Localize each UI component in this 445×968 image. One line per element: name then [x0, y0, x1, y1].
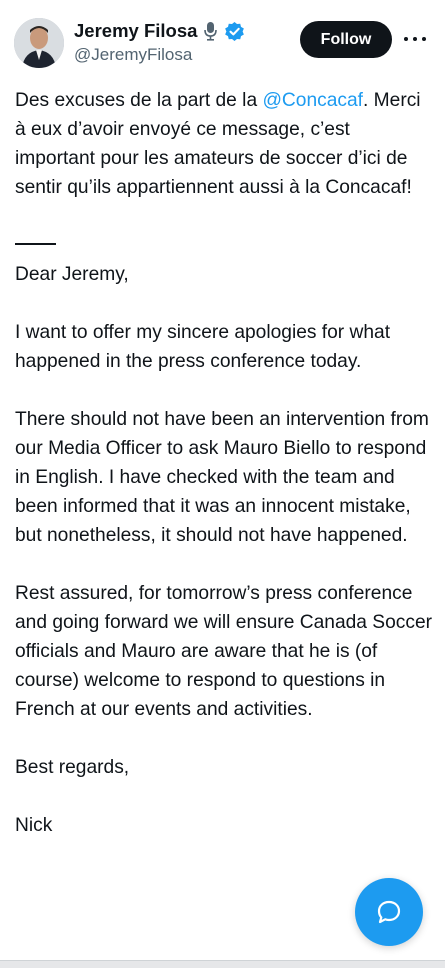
follow-button[interactable]: Follow — [300, 21, 392, 58]
verified-icon[interactable] — [224, 21, 245, 42]
divider — [15, 231, 435, 260]
more-dot — [404, 37, 408, 41]
letter-signature: Nick — [15, 815, 53, 836]
letter-paragraph: Rest assured, for tomorrow’s press confe… — [15, 583, 433, 720]
tweet-text: Des excuses de la part de la @Concacaf. … — [15, 86, 435, 840]
bottom-edge — [0, 960, 445, 968]
author-handle[interactable]: @JeremyFilosa — [74, 45, 192, 65]
more-dot — [413, 37, 417, 41]
avatar[interactable] — [14, 18, 64, 68]
letter-closing: Best regards, — [15, 757, 130, 778]
mention-link[interactable]: @Concacaf — [262, 90, 363, 111]
tweet-page: Jeremy Filosa @JeremyFilosa Follow Des e… — [0, 0, 445, 968]
more-dot — [422, 37, 426, 41]
intro-text: Des excuses de la part de la — [15, 90, 263, 111]
letter-greeting: Dear Jeremy, — [15, 264, 129, 285]
more-horizontal-icon[interactable] — [404, 28, 426, 50]
author-display-name[interactable]: Jeremy Filosa — [74, 20, 197, 42]
tweet-header: Jeremy Filosa @JeremyFilosa Follow — [0, 0, 445, 76]
author-name-row: Jeremy Filosa — [74, 19, 245, 43]
microphone-icon — [203, 21, 218, 41]
new-message-button[interactable] — [355, 878, 423, 946]
avatar-photo — [14, 18, 64, 68]
intro-paragraph: Des excuses de la part de la @Concacaf. … — [15, 86, 435, 202]
message-bubble-icon — [377, 900, 401, 924]
letter-paragraph: I want to offer my sincere apologies for… — [15, 322, 391, 372]
letter-paragraph: There should not have been an interventi… — [15, 409, 429, 546]
